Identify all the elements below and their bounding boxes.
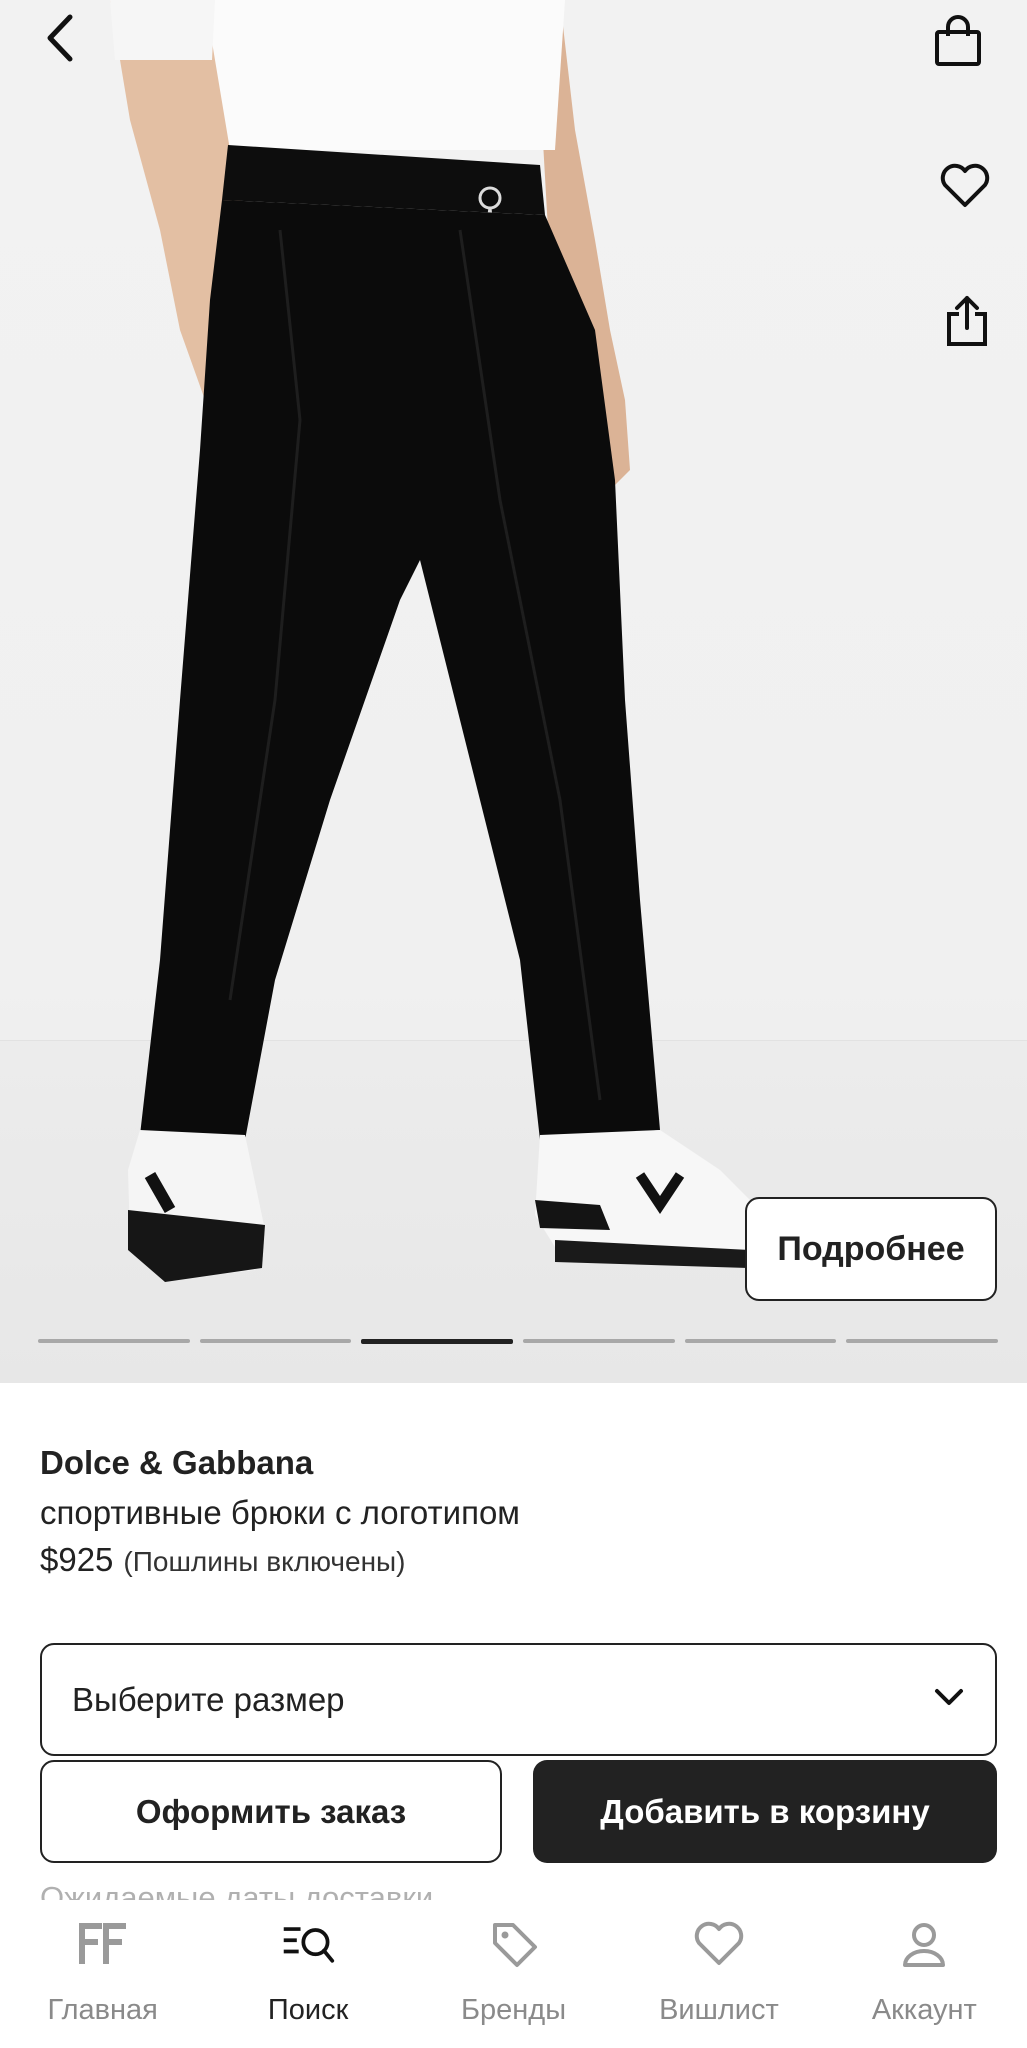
tab-search[interactable]: Поиск — [205, 1900, 410, 2048]
heart-icon — [691, 1916, 747, 1972]
details-button[interactable]: Подробнее — [745, 1197, 997, 1301]
gallery-page-indicator[interactable] — [38, 1339, 190, 1343]
gallery-page-indicator-active[interactable] — [361, 1339, 514, 1344]
wishlist-button[interactable] — [932, 155, 998, 221]
add-to-cart-button[interactable]: Добавить в корзину — [533, 1760, 997, 1863]
gallery-page-indicator[interactable] — [684, 1339, 837, 1343]
farfetch-logo-icon — [75, 1916, 131, 1972]
shopping-bag-button[interactable] — [925, 10, 991, 76]
gallery-page-indicator[interactable] — [846, 1339, 999, 1343]
checkout-button[interactable]: Оформить заказ — [40, 1760, 502, 1863]
tab-label: Поиск — [267, 1994, 349, 2026]
chevron-left-icon — [40, 13, 80, 68]
size-select[interactable]: Выберите размер — [40, 1643, 997, 1756]
shopping-bag-icon — [931, 14, 985, 73]
gallery-pagination — [38, 1339, 999, 1345]
tab-brands[interactable]: Бренды — [411, 1900, 616, 2048]
product-name: спортивные брюки с логотипом — [40, 1494, 520, 1531]
back-button[interactable] — [30, 10, 90, 70]
tab-label: Бренды — [460, 1994, 567, 2026]
chevron-down-icon — [933, 1687, 965, 1712]
share-button[interactable] — [934, 290, 1000, 356]
gallery-page-indicator[interactable] — [199, 1339, 352, 1343]
tag-icon — [486, 1916, 542, 1972]
product-photo — [110, 0, 760, 1282]
tab-wishlist[interactable]: Вишлист — [616, 1900, 821, 2048]
tab-home[interactable]: Главная — [0, 1900, 205, 2048]
tab-label: Главная — [47, 1994, 158, 2026]
duties-note: (Пошлины включены) — [123, 1546, 406, 1577]
user-icon — [896, 1916, 952, 1972]
search-icon — [280, 1916, 336, 1972]
size-select-label: Выберите размер — [72, 1680, 345, 1718]
product-brand[interactable]: Dolce & Gabbana — [40, 1444, 313, 1482]
heart-icon — [939, 163, 991, 214]
tab-label: Вишлист — [659, 1994, 779, 2026]
tab-account[interactable]: Аккаунт — [822, 1900, 1027, 2048]
tab-label: Аккаунт — [871, 1994, 977, 2026]
price-row: $925 (Пошлины включены) — [40, 1541, 406, 1579]
product-image-gallery[interactable]: Подробнее — [0, 0, 1027, 1383]
bottom-tab-bar: Главная Поиск Бренды Вишлист Аккаунт — [0, 1900, 1027, 2048]
gallery-page-indicator[interactable] — [523, 1339, 675, 1343]
product-price: $925 — [40, 1541, 114, 1578]
share-icon — [944, 294, 990, 353]
